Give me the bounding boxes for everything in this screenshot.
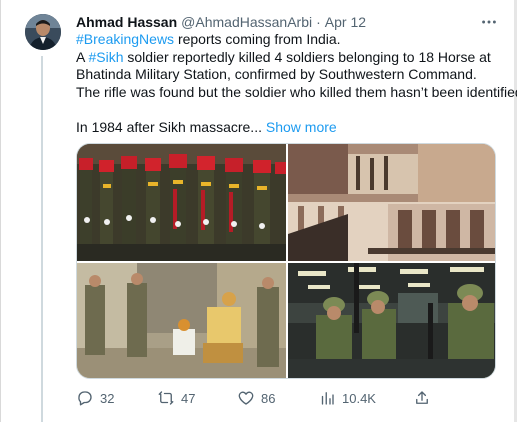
text-line-2-rest: soldier reportedly killed 4 soldiers bel… <box>123 48 491 65</box>
views-button[interactable]: 10.4K <box>318 388 376 408</box>
like-count: 86 <box>261 390 276 406</box>
media-image-2[interactable] <box>288 144 495 261</box>
share-icon <box>416 391 428 404</box>
media-image-3[interactable] <box>77 263 286 378</box>
reply-icon <box>78 391 92 406</box>
separator-dot: · <box>316 14 321 30</box>
text-line-2: A #Sikh soldier reportedly killed 4 sold… <box>76 49 506 67</box>
reply-button[interactable]: 32 <box>76 388 114 408</box>
author-handle[interactable]: @AhmadHassanArbi <box>181 14 312 30</box>
views-count: 10.4K <box>342 390 376 406</box>
hashtag-breakingnews[interactable]: #BreakingNews <box>76 31 174 47</box>
thread-line <box>41 56 43 422</box>
retweet-count: 47 <box>181 390 196 406</box>
show-more-link[interactable]: Show more <box>266 119 337 135</box>
retweet-button[interactable]: 47 <box>157 388 195 408</box>
text-line-1-rest: reports coming from India. <box>174 31 341 47</box>
more-button[interactable] <box>479 12 499 32</box>
tweet-text: #BreakingNews reports coming from India.… <box>76 31 517 137</box>
share-button[interactable] <box>413 388 431 408</box>
media-grid <box>76 143 496 379</box>
divider-left <box>0 0 1 422</box>
text-line-4: The rifle was found but the soldier who … <box>76 83 517 100</box>
media-image-4[interactable] <box>288 263 495 378</box>
like-button[interactable]: 86 <box>237 388 275 408</box>
author-name[interactable]: Ahmad Hassan <box>76 14 177 30</box>
avatar[interactable] <box>25 14 61 50</box>
text-line-5-content: In 1984 after Sikh massacre... <box>76 118 262 135</box>
reply-count: 32 <box>100 390 115 406</box>
heart-icon <box>238 391 254 405</box>
text-line-5: In 1984 after Sikh massacre... Show more <box>76 119 506 137</box>
tweet-date[interactable]: Apr 12 <box>325 14 366 30</box>
media-image-1[interactable] <box>77 144 286 261</box>
text-line-2-pre: A <box>76 48 89 65</box>
text-line-1: #BreakingNews reports coming from India. <box>76 31 506 49</box>
more-icon <box>482 20 496 24</box>
tweet-header: Ahmad Hassan @AhmadHassanArbi · Apr 12 <box>76 13 366 31</box>
text-line-3: Bhatinda Military Station, confirmed by … <box>76 66 477 82</box>
views-icon <box>321 392 334 405</box>
retweet-icon <box>158 391 174 405</box>
tweet-card[interactable]: Ahmad Hassan @AhmadHassanArbi · Apr 12 #… <box>0 0 517 422</box>
action-bar: 32 47 86 10.4K <box>76 388 496 408</box>
hashtag-sikh[interactable]: #Sikh <box>88 49 123 65</box>
